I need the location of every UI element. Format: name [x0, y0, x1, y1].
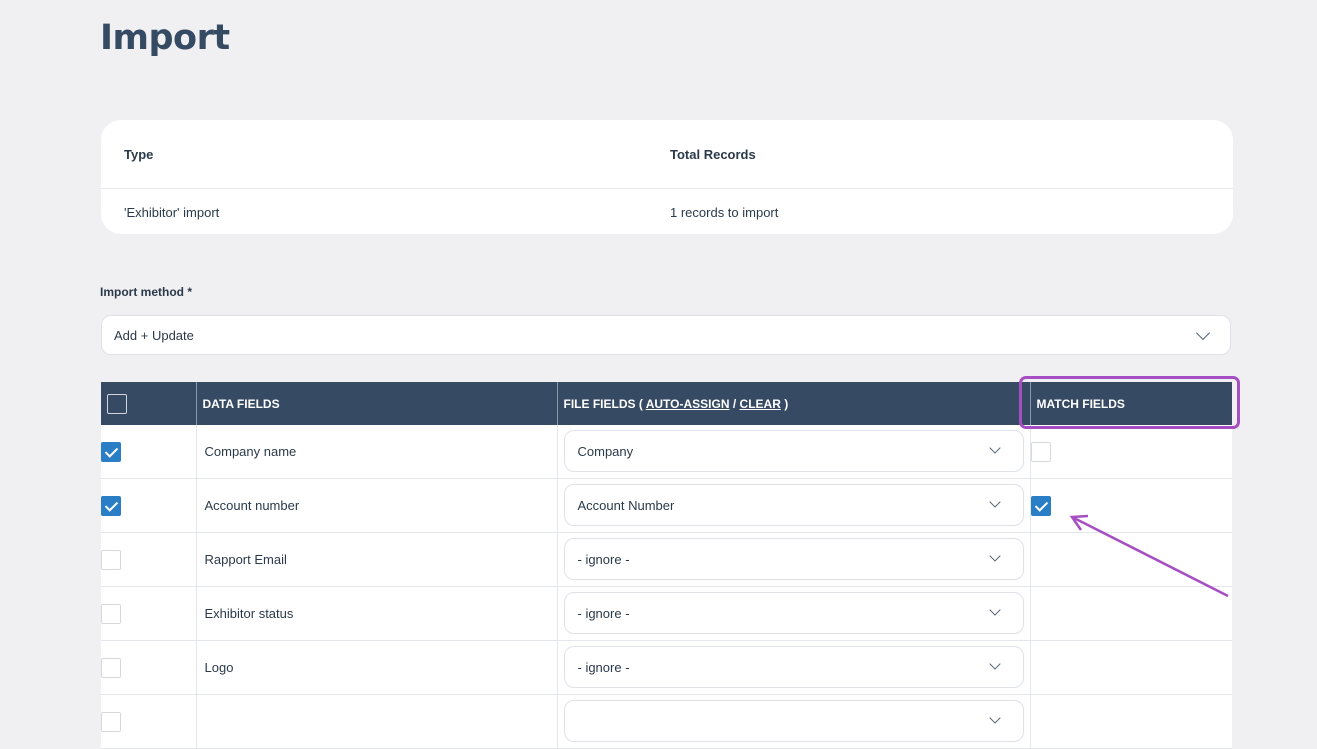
match-field-cell — [1030, 425, 1232, 479]
file-field-select[interactable]: Company — [563, 430, 1024, 472]
row-select-cell — [101, 425, 197, 479]
table-row — [101, 694, 1232, 749]
import-method-select[interactable]: Add + Update — [101, 315, 1231, 355]
row-select-checkbox[interactable] — [101, 657, 121, 678]
field-mapping-table: DATA FIELDS FILE FIELDS ( AUTO-ASSIGN / … — [101, 382, 1232, 749]
match-field-cell — [1030, 532, 1232, 587]
table-row: Rapport Email - ignore - — [101, 532, 1232, 587]
row-select-checkbox[interactable] — [101, 441, 121, 462]
file-fields-header-suffix: ) — [780, 396, 789, 411]
summary-type-value: 'Exhibitor' import — [124, 205, 220, 220]
file-field-cell: - ignore - — [557, 586, 1031, 641]
table-row: Company name Company — [101, 425, 1232, 479]
file-field-select[interactable]: Account Number — [563, 484, 1024, 526]
row-select-checkbox[interactable] — [101, 711, 121, 732]
chevron-down-icon — [988, 442, 1001, 454]
row-select-cell — [101, 478, 197, 533]
row-select-checkbox[interactable] — [101, 603, 121, 624]
summary-header-row: Type Total Records — [101, 120, 1233, 189]
file-fields-header: FILE FIELDS ( AUTO-ASSIGN / CLEAR ) — [557, 382, 1031, 425]
auto-assign-link[interactable]: AUTO-ASSIGN — [646, 397, 730, 411]
match-field-cell — [1030, 640, 1232, 695]
select-all-header — [101, 382, 197, 425]
chevron-down-icon — [1195, 325, 1211, 341]
import-summary-card: Type Total Records 'Exhibitor' import 1 … — [101, 120, 1233, 234]
file-field-select[interactable]: - ignore - — [563, 538, 1024, 580]
row-select-cell — [101, 532, 197, 587]
match-field-cell — [1030, 586, 1232, 641]
row-select-cell — [101, 694, 197, 749]
row-select-cell — [101, 586, 197, 641]
file-field-select[interactable]: - ignore - — [563, 592, 1024, 634]
table-row: Exhibitor status - ignore - — [101, 586, 1232, 641]
file-field-cell: - ignore - — [557, 640, 1031, 695]
data-field-label — [196, 694, 558, 749]
data-field-label: Logo — [196, 640, 558, 695]
import-method-value: Add + Update — [114, 328, 194, 343]
match-fields-header: MATCH FIELDS — [1030, 382, 1232, 425]
table-row: Account number Account Number — [101, 478, 1232, 533]
table-row: Logo - ignore - — [101, 640, 1232, 695]
chevron-down-icon — [988, 658, 1001, 670]
file-field-cell — [557, 694, 1031, 749]
row-select-checkbox[interactable] — [101, 549, 121, 570]
file-field-select[interactable] — [563, 700, 1024, 742]
data-fields-header: DATA FIELDS — [196, 382, 558, 425]
row-select-checkbox[interactable] — [101, 495, 121, 516]
chevron-down-icon — [988, 550, 1001, 562]
page-title: Import — [100, 18, 230, 58]
file-field-value: - ignore - — [577, 552, 630, 567]
data-field-label: Account number — [196, 478, 558, 533]
file-field-cell: Account Number — [557, 478, 1031, 533]
summary-total-header: Total Records — [670, 147, 756, 162]
summary-total-value: 1 records to import — [670, 205, 779, 220]
summary-type-header: Type — [124, 147, 154, 162]
file-field-value: - ignore - — [577, 606, 630, 621]
select-all-checkbox[interactable] — [107, 393, 127, 414]
chevron-down-icon — [988, 496, 1001, 508]
clear-link[interactable]: CLEAR — [740, 397, 781, 411]
match-field-checkbox[interactable] — [1030, 441, 1051, 462]
file-fields-header-prefix: FILE FIELDS ( — [563, 396, 646, 411]
file-field-value: Account Number — [577, 498, 675, 513]
table-header-row: DATA FIELDS FILE FIELDS ( AUTO-ASSIGN / … — [101, 382, 1232, 425]
file-field-value: - ignore - — [577, 660, 630, 675]
data-field-label: Exhibitor status — [196, 586, 558, 641]
file-fields-header-sep: / — [729, 396, 740, 411]
match-field-cell — [1030, 478, 1232, 533]
data-field-label: Rapport Email — [196, 532, 558, 587]
file-field-value: Company — [577, 444, 634, 459]
data-field-label: Company name — [196, 425, 558, 479]
file-field-select[interactable]: - ignore - — [563, 646, 1024, 688]
file-field-cell: - ignore - — [557, 532, 1031, 587]
import-method-label: Import method * — [100, 285, 192, 299]
chevron-down-icon — [988, 712, 1001, 724]
row-select-cell — [101, 640, 197, 695]
match-field-checkbox[interactable] — [1030, 495, 1051, 516]
chevron-down-icon — [988, 604, 1001, 616]
file-field-cell: Company — [557, 425, 1031, 479]
match-field-cell — [1030, 694, 1232, 749]
